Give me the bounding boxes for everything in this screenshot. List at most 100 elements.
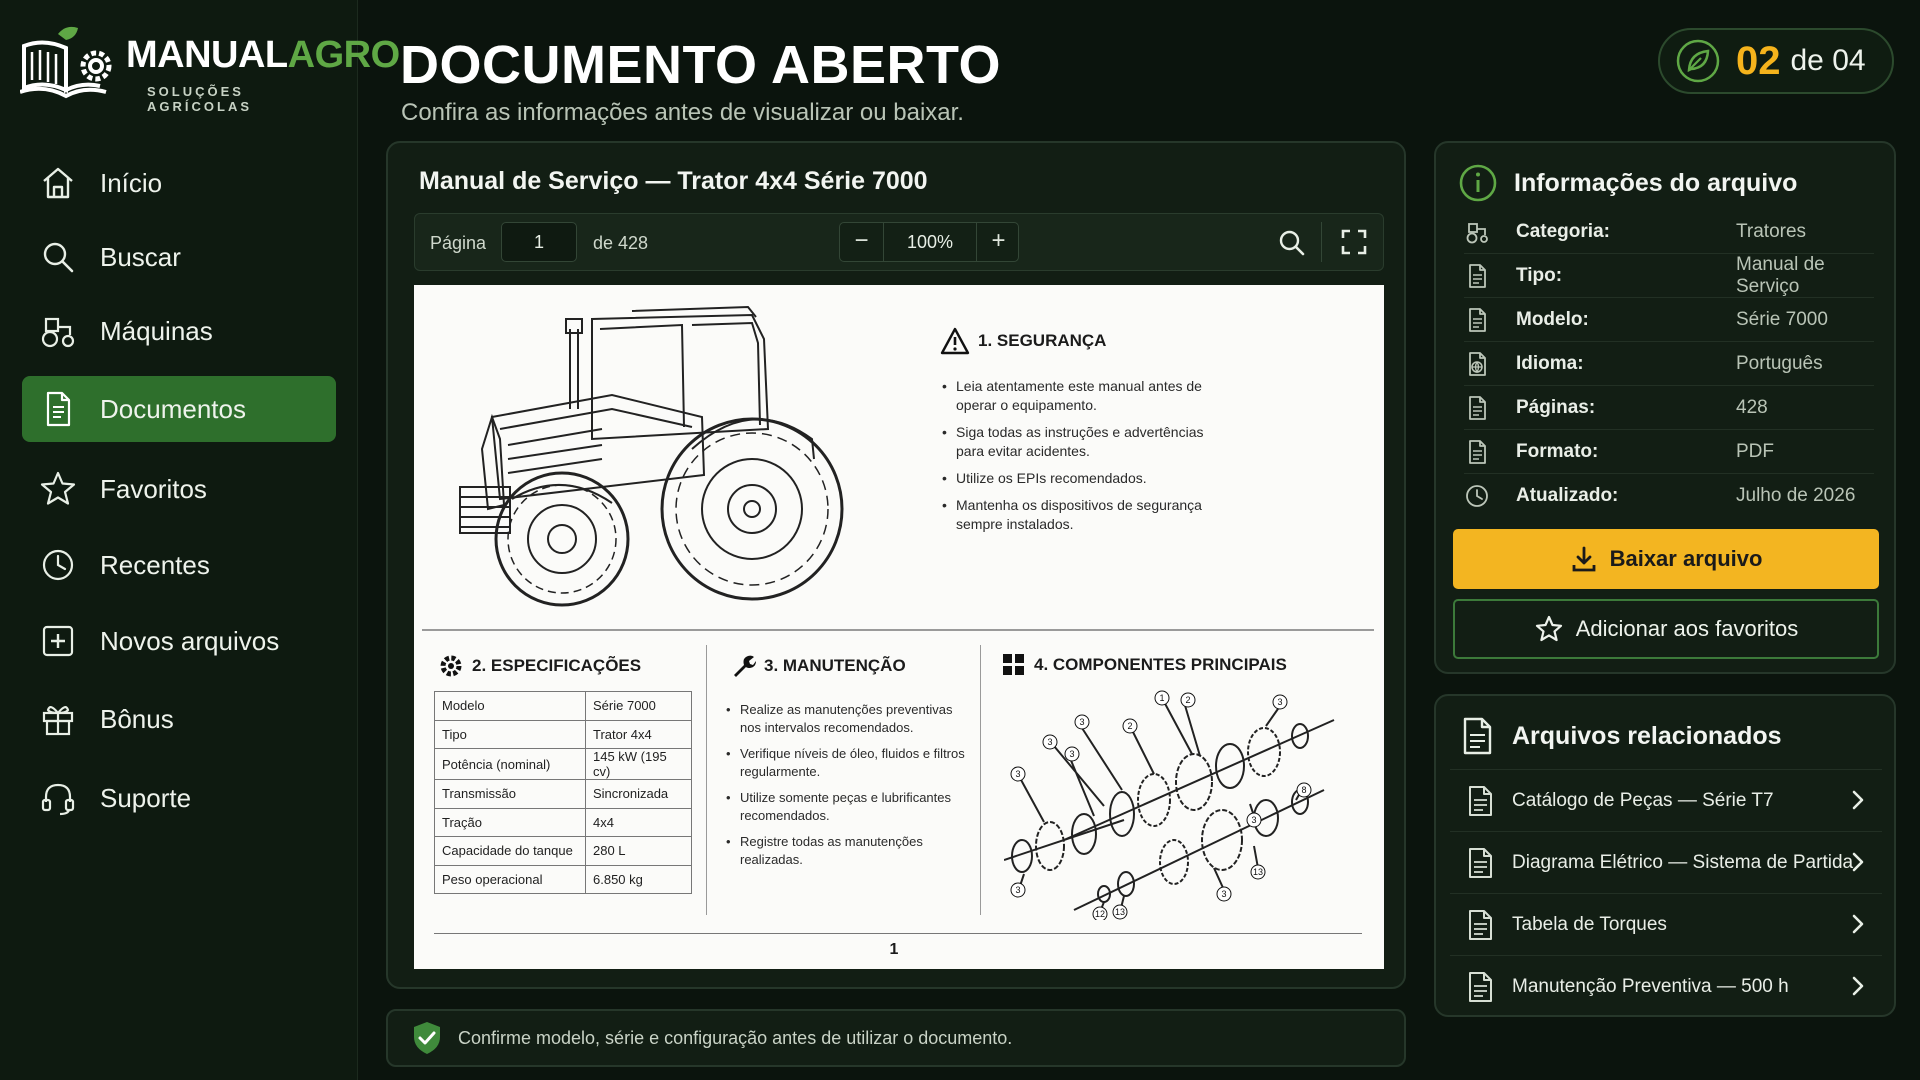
callout-number: 12 — [1095, 909, 1105, 919]
info-value: 428 — [1736, 396, 1768, 418]
toolbar-divider — [1321, 222, 1322, 262]
sidebar-item-label: Documentos — [100, 393, 246, 424]
info-value: PDF — [1736, 440, 1774, 462]
info-row-modelo: Modelo: Série 7000 — [1464, 298, 1874, 342]
sidebar-item-label: Buscar — [100, 241, 181, 272]
document-page[interactable]: 1. SEGURANÇA Leia atentamente este manua… — [414, 285, 1384, 969]
document-icon — [1463, 717, 1492, 755]
favorites-button-label: Adicionar aos favoritos — [1575, 616, 1799, 641]
list-item: Utilize somente peças e lubrificantes re… — [726, 789, 968, 825]
sidebar-item-label: Início — [100, 167, 163, 198]
info-value: Português — [1736, 352, 1823, 374]
callout-marker: 13 — [1112, 904, 1128, 920]
related-file-item[interactable]: Diagrama Elétrico — Sistema de Partida — [1450, 831, 1882, 893]
list-item: Siga todas as instruções e advertências … — [942, 423, 1232, 461]
spec-value: Sincronizada — [585, 779, 692, 809]
document-icon — [1469, 307, 1486, 332]
step-current: 02 — [1736, 38, 1781, 83]
related-file-label: Catálogo de Peças — Série T7 — [1512, 789, 1774, 811]
sidebar-item-documentos[interactable]: Documentos — [22, 376, 336, 442]
callout-number: 3 — [1277, 697, 1282, 707]
leaf-icon — [1676, 39, 1720, 83]
related-file-item[interactable]: Manutenção Preventiva — 500 h — [1450, 955, 1882, 1017]
chevron-right-icon — [1852, 852, 1864, 872]
callout-number: 3 — [1015, 885, 1020, 895]
fullscreen-icon[interactable] — [1340, 228, 1368, 256]
info-value: Tratores — [1736, 220, 1807, 242]
add-to-favorites-button[interactable]: Adicionar aos favoritos — [1453, 599, 1879, 659]
download-button-label: Baixar arquivo — [1609, 546, 1763, 571]
sidebar-item-inicio[interactable]: Início — [22, 150, 336, 216]
spec-value: Série 7000 — [585, 691, 692, 721]
page-number: 1 — [889, 941, 899, 958]
sidebar-item-bonus[interactable]: Bônus — [22, 686, 336, 752]
table-row: Capacidade do tanque 280 L — [434, 836, 692, 866]
list-item: Realize as manutenções preventivas nos i… — [726, 701, 968, 737]
document-icon — [1469, 263, 1486, 288]
document-title: Manual de Serviço — Trator 4x4 Série 700… — [419, 167, 928, 195]
zoom-level: 100% — [906, 232, 954, 252]
brand-logo[interactable]: MANUALAGRO SOLUÇÕES AGRÍCOLAS — [20, 24, 400, 114]
clock-icon — [42, 549, 74, 581]
spec-key: Capacidade do tanque — [434, 836, 586, 866]
callout-number: 13 — [1253, 867, 1263, 877]
tractor-illustration — [459, 305, 844, 607]
home-icon — [43, 167, 73, 199]
download-button[interactable]: Baixar arquivo — [1453, 529, 1879, 589]
info-row-atualizado: Atualizado: Julho de 2026 — [1464, 474, 1874, 518]
table-row: Transmissão Sincronizada — [434, 779, 692, 809]
list-item: Mantenha os dispositivos de segurança se… — [942, 496, 1232, 534]
table-row: Modelo Série 7000 — [434, 691, 692, 721]
sidebar-item-suporte[interactable]: Suporte — [22, 765, 336, 831]
maintenance-title-text: 3. MANUTENÇÃO — [764, 656, 906, 675]
document-icon — [1469, 909, 1492, 940]
spec-key: Modelo — [434, 691, 586, 721]
page-label: Página — [430, 233, 487, 253]
warning-triangle-icon — [940, 327, 970, 355]
search-in-document-icon[interactable] — [1277, 228, 1307, 258]
sidebar-item-recentes[interactable]: Recentes — [22, 532, 336, 598]
column-divider — [706, 645, 707, 915]
info-key: Páginas: — [1516, 396, 1596, 418]
callout-marker: 2 — [1180, 692, 1196, 708]
brand-name: MANUALAGRO — [126, 34, 400, 77]
callout-marker: 3 — [1064, 746, 1080, 762]
chevron-right-icon — [1852, 914, 1864, 934]
related-file-label: Manutenção Preventiva — 500 h — [1512, 975, 1789, 997]
zoom-out-button[interactable]: − — [840, 223, 884, 261]
related-file-item[interactable]: Tabela de Torques — [1450, 893, 1882, 955]
sidebar-item-maquinas[interactable]: Máquinas — [22, 298, 336, 364]
spec-value: 280 L — [585, 836, 692, 866]
page-number-input[interactable] — [501, 222, 577, 262]
related-file-label: Tabela de Torques — [1512, 913, 1667, 935]
sidebar-item-buscar[interactable]: Buscar — [22, 224, 336, 290]
callout-number: 3 — [1221, 889, 1226, 899]
wrench-icon — [734, 655, 756, 677]
related-files-title: Arquivos relacionados — [1512, 721, 1782, 750]
related-files-header: Arquivos relacionados — [1460, 716, 1782, 756]
related-file-item[interactable]: Catálogo de Peças — Série T7 — [1450, 769, 1882, 831]
step-total: de 04 — [1790, 44, 1866, 77]
info-key: Atualizado: — [1516, 485, 1619, 506]
specs-section-title: 2. ESPECIFICAÇÕES — [438, 653, 641, 679]
notice-text: Confirme modelo, série e configuração an… — [458, 1027, 1013, 1048]
star-icon — [40, 471, 76, 505]
sidebar: MANUALAGRO SOLUÇÕES AGRÍCOLAS Início Bus… — [0, 0, 400, 1080]
info-row-formato: Formato: PDF — [1464, 430, 1874, 474]
headset-icon — [41, 783, 75, 816]
callout-number: 3 — [1047, 737, 1052, 747]
info-key: Modelo: — [1516, 308, 1589, 330]
download-icon — [1572, 546, 1595, 572]
zoom-in-button[interactable]: + — [976, 223, 1020, 261]
sidebar-item-novos-arquivos[interactable]: Novos arquivos — [22, 608, 336, 674]
info-row-categoria: Categoria: Tratores — [1464, 210, 1874, 254]
list-item: Verifique níveis de óleo, fluidos e filt… — [726, 745, 968, 781]
shield-check-icon — [414, 1022, 440, 1054]
document-icon — [1469, 395, 1486, 420]
related-files-panel: Arquivos relacionados Catálogo de Peças … — [1434, 694, 1896, 1017]
sidebar-item-favoritos[interactable]: Favoritos — [22, 456, 336, 522]
specs-table: Modelo Série 7000 Tipo Trator 4x4 Potência… — [434, 691, 692, 894]
callout-marker: 3 — [1074, 714, 1090, 730]
info-key: Idioma: — [1516, 352, 1584, 374]
callout-marker: 3 — [1042, 734, 1058, 750]
